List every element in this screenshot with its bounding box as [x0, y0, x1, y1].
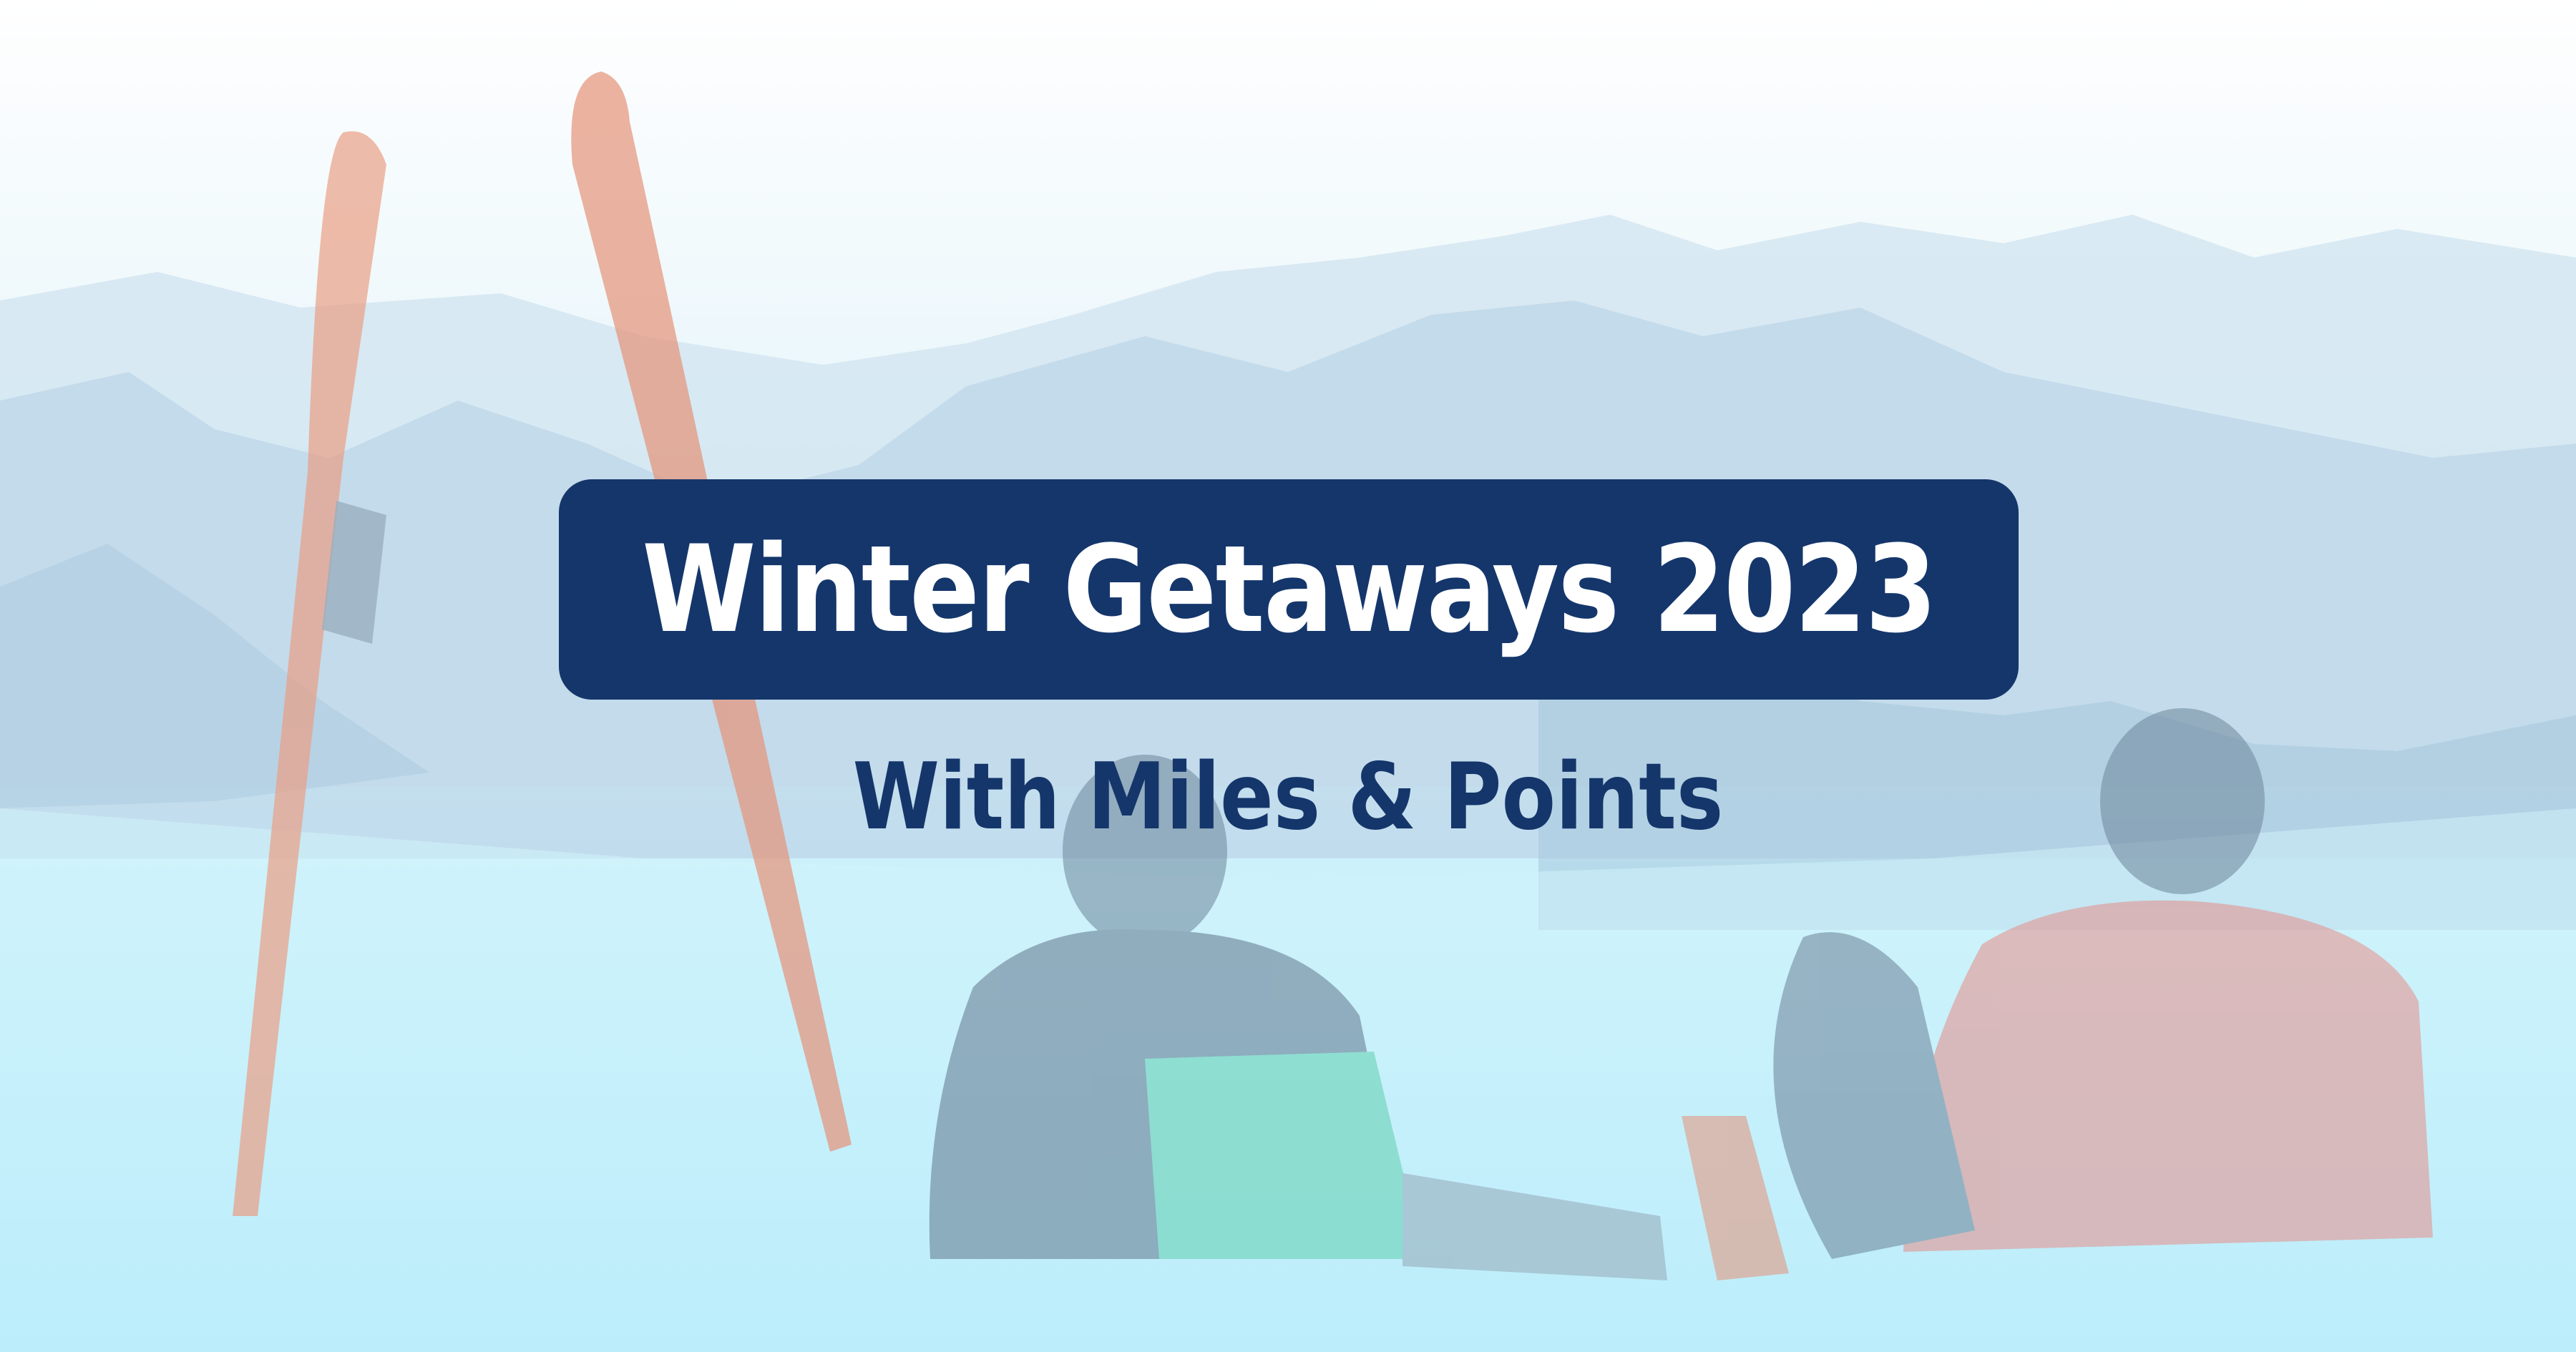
hero-banner: Winter Getaways 2023 With Miles & Points	[0, 0, 2576, 1352]
title-badge: Winter Getaways 2023	[559, 479, 2019, 700]
banner-subtitle: With Miles & Points	[852, 744, 1724, 851]
banner-title: Winter Getaways 2023	[641, 519, 1937, 660]
